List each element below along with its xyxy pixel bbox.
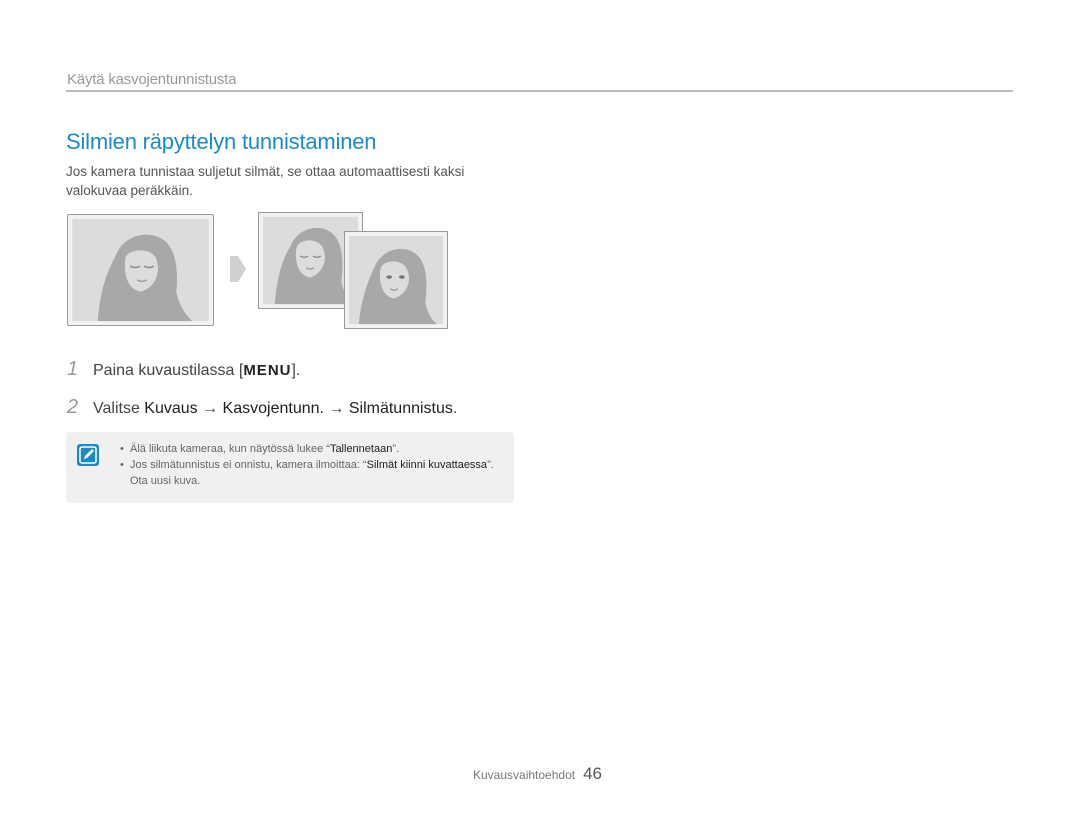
step-1-prefix: Paina kuvaustilassa [ — [93, 362, 244, 379]
step-text: Paina kuvaustilassa [MENU]. — [93, 362, 300, 380]
menu-path-kasvojentunn: Kasvojentunn. — [222, 400, 324, 417]
intro-text: Jos kamera tunnistaa suljetut silmät, se… — [66, 164, 465, 198]
note-pencil-icon — [77, 444, 99, 466]
header-rule — [66, 90, 1013, 92]
menu-path-kuvaus: Kuvaus — [144, 400, 198, 417]
step-1: 1 Paina kuvaustilassa [MENU]. — [67, 358, 300, 381]
footer-chapter-label: Kuvausvaihtoehdot — [473, 768, 576, 782]
page-title: Silmien räpyttelyn tunnistaminen — [66, 129, 377, 154]
step-number: 2 — [67, 396, 79, 418]
note-text: Älä liikuta kameraa, kun näytössä lukee … — [130, 443, 330, 455]
step-1-suffix: ]. — [291, 362, 301, 379]
photo-single-shot — [67, 214, 214, 326]
note-item: Älä liikuta kameraa, kun näytössä lukee … — [120, 441, 510, 457]
path-arrow: → — [197, 400, 223, 417]
page-number: 46 — [583, 764, 602, 783]
woman-eyes-closed-image — [72, 218, 209, 322]
step-2-suffix: . — [452, 400, 458, 417]
photo-burst-second — [344, 231, 448, 329]
note-text: Jos silmätunnistus ei onnistu, kamera il… — [130, 459, 367, 471]
arrow-right-icon — [230, 256, 246, 282]
note-emphasis: Silmät kiinni kuvattaessa — [366, 459, 488, 471]
menu-key-label: MENU — [243, 362, 292, 379]
step-2: 2 Valitse Kuvaus → Kasvojentunn. → Silmä… — [67, 396, 457, 419]
note-item: Jos silmätunnistus ei onnistu, kamera il… — [120, 457, 510, 489]
menu-path-silmatunnistus: Silmätunnistus — [348, 400, 453, 417]
note-emphasis: Tallennetaan — [329, 443, 393, 455]
note-box: Älä liikuta kameraa, kun näytössä lukee … — [66, 432, 514, 503]
page-footer: Kuvausvaihtoehdot 46 — [473, 764, 602, 784]
note-list: Älä liikuta kameraa, kun näytössä lukee … — [120, 441, 510, 489]
path-arrow: → — [323, 400, 349, 417]
step-number: 1 — [67, 358, 79, 380]
note-text: ”. — [392, 443, 400, 455]
woman-eyes-open-image — [348, 235, 444, 325]
step-text: Valitse Kuvaus → Kasvojentunn. → Silmätu… — [93, 400, 457, 418]
step-2-prefix: Valitse — [93, 400, 145, 417]
section-title: Käytä kasvojentunnistusta — [67, 71, 237, 88]
